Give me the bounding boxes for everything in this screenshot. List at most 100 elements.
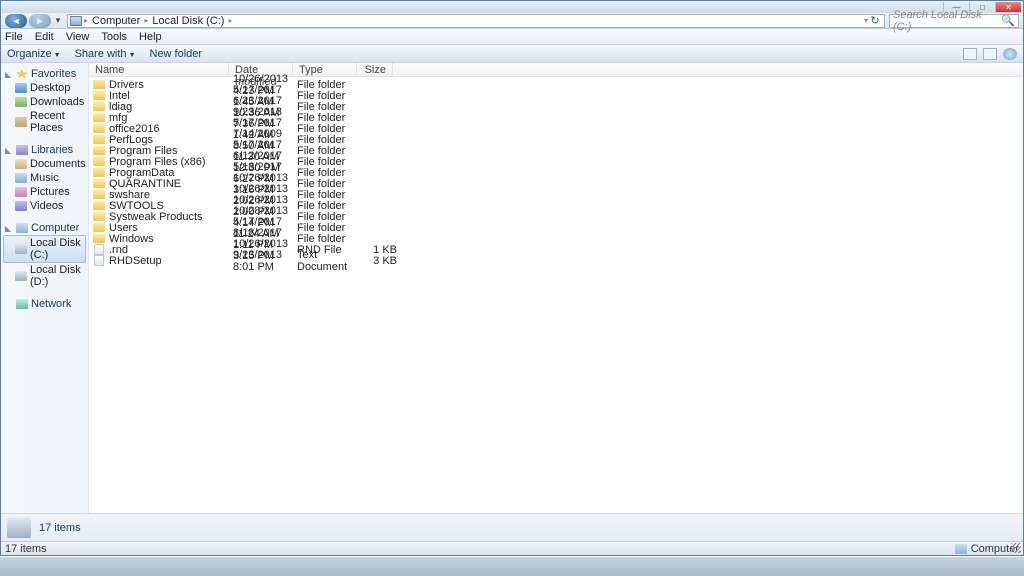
sidebar-item-local-disk-c-[interactable]: Local Disk (C:) <box>3 235 86 263</box>
file-row[interactable]: Program Files5/17/2017 11:30 AMFile fold… <box>89 145 1023 156</box>
file-row[interactable]: Drivers10/26/2013 4:23 PMFile folder <box>89 79 1023 90</box>
folder-icon <box>93 135 105 144</box>
nav-history-dropdown[interactable]: ▾ <box>53 14 63 28</box>
nav-libraries[interactable]: ◣Libraries <box>3 143 86 157</box>
search-icon[interactable]: 🔍 <box>1001 14 1015 27</box>
computer-icon <box>16 223 28 233</box>
file-type: Text Document <box>297 249 361 273</box>
file-row[interactable]: swshare10/26/2013 2:02 PMFile folder <box>89 189 1023 200</box>
computer-icon <box>70 16 82 26</box>
file-list[interactable]: Name Date modified Type Size Drivers10/2… <box>89 63 1023 513</box>
file-row[interactable]: Systweak Products10/28/2013 4:14 PMFile … <box>89 211 1023 222</box>
preview-pane-button[interactable] <box>983 48 997 60</box>
sidebar-item-desktop[interactable]: Desktop <box>3 81 86 95</box>
file-row[interactable]: Windows8/18/2017 1:11 PMFile folder <box>89 233 1023 244</box>
sidebar-item-downloads[interactable]: Downloads <box>3 95 86 109</box>
command-bar: Organize▼ Share with▼ New folder <box>1 45 1023 63</box>
nav-network[interactable]: Network <box>3 297 86 311</box>
file-row[interactable]: SWTOOLS10/26/2013 2:00 PMFile folder <box>89 200 1023 211</box>
folder-icon <box>93 102 105 111</box>
drive-icon <box>7 518 31 538</box>
file-row[interactable]: .rnd10/26/2013 3:15 PMRND File1 KB <box>89 244 1023 255</box>
search-input[interactable]: Search Local Disk (C:) 🔍 <box>889 14 1019 28</box>
column-type[interactable]: Type <box>293 63 357 76</box>
sidebar-item-local-disk-d-[interactable]: Local Disk (D:) <box>3 263 86 289</box>
file-row[interactable]: ProgramData5/18/2017 6:27 PMFile folder <box>89 167 1023 178</box>
menu-file[interactable]: File <box>5 31 23 43</box>
address-bar[interactable]: ▸ Computer ▸ Local Disk (C:) ▸ ▾ ↻ <box>67 14 885 28</box>
organize-button[interactable]: Organize▼ <box>7 48 61 60</box>
folder-icon <box>93 124 105 133</box>
mus-icon <box>15 173 27 183</box>
sidebar-item-documents[interactable]: Documents <box>3 157 86 171</box>
explorer-window: — □ ✕ ◄ ► ▾ ▸ Computer ▸ Local Disk (C:)… <box>0 0 1024 556</box>
menu-help[interactable]: Help <box>139 31 162 43</box>
file-row[interactable]: mfg9/23/2013 7:36 PMFile folder <box>89 112 1023 123</box>
file-name: RHDSetup <box>109 255 233 267</box>
desk-icon <box>15 83 27 93</box>
new-folder-button[interactable]: New folder <box>150 48 203 60</box>
status-bar: 17 items Computer <box>1 541 1023 555</box>
menu-view[interactable]: View <box>66 31 90 43</box>
taskbar[interactable] <box>0 556 1024 576</box>
file-icon <box>94 255 104 266</box>
navigation-pane: ◣Favorites DesktopDownloadsRecent Places… <box>1 63 89 513</box>
doc-icon <box>15 159 27 169</box>
file-row[interactable]: Program Files (x86)6/12/2017 12:30 PMFil… <box>89 156 1023 167</box>
folder-icon <box>93 212 105 221</box>
folder-icon <box>93 223 105 232</box>
file-row[interactable]: RHDSetup9/23/2013 8:01 PMText Document3 … <box>89 255 1023 266</box>
status-item-count: 17 items <box>5 543 47 555</box>
column-headers: Name Date modified Type Size <box>89 63 1023 77</box>
share-with-button[interactable]: Share with▼ <box>75 48 136 60</box>
titlebar[interactable]: — □ ✕ <box>1 1 1023 13</box>
help-button[interactable] <box>1003 48 1017 60</box>
computer-icon <box>955 544 967 554</box>
disk-icon <box>15 244 27 254</box>
libraries-icon <box>16 145 28 155</box>
folder-icon <box>93 168 105 177</box>
file-row[interactable]: Intel5/17/2017 1:45 AMFile folder <box>89 90 1023 101</box>
refresh-button[interactable]: ↻ <box>868 14 882 27</box>
sidebar-item-pictures[interactable]: Pictures <box>3 185 86 199</box>
file-row[interactable]: PerfLogs7/14/2009 8:50 AMFile folder <box>89 134 1023 145</box>
file-row[interactable]: Users5/17/2017 11:24 AMFile folder <box>89 222 1023 233</box>
column-name[interactable]: Name <box>89 63 229 76</box>
disk-icon <box>15 271 27 281</box>
resize-grip[interactable] <box>1011 543 1021 553</box>
back-button[interactable]: ◄ <box>5 14 27 28</box>
folder-icon <box>93 234 105 243</box>
nav-favorites[interactable]: ◣Favorites <box>3 67 86 81</box>
file-icon <box>94 244 104 255</box>
folder-icon <box>93 113 105 122</box>
recent-icon <box>15 117 27 127</box>
network-icon <box>16 299 28 309</box>
folder-icon <box>93 179 105 188</box>
folder-icon <box>93 201 105 210</box>
file-row[interactable]: office20165/17/2017 1:42 AMFile folder <box>89 123 1023 134</box>
menu-edit[interactable]: Edit <box>35 31 54 43</box>
folder-icon <box>93 80 105 89</box>
sidebar-item-recent-places[interactable]: Recent Places <box>3 109 86 135</box>
folder-icon <box>93 157 105 166</box>
sidebar-item-music[interactable]: Music <box>3 171 86 185</box>
sidebar-item-videos[interactable]: Videos <box>3 199 86 213</box>
file-date: 9/23/2013 8:01 PM <box>233 249 297 273</box>
breadcrumb-disk[interactable]: Local Disk (C:) <box>148 15 228 27</box>
search-placeholder: Search Local Disk (C:) <box>893 9 1001 33</box>
file-row[interactable]: ldiag6/23/2017 10:36 AMFile folder <box>89 101 1023 112</box>
file-row[interactable]: QUARANTINE10/26/2013 3:16 PMFile folder <box>89 178 1023 189</box>
folder-icon <box>93 91 105 100</box>
nav-computer[interactable]: ◣Computer <box>3 221 86 235</box>
file-size: 3 KB <box>361 255 397 267</box>
forward-button[interactable]: ► <box>29 14 51 28</box>
column-size[interactable]: Size <box>357 63 393 76</box>
breadcrumb-computer[interactable]: Computer <box>88 15 144 27</box>
folder-icon <box>93 190 105 199</box>
details-text: 17 items <box>39 522 81 534</box>
view-options-button[interactable] <box>963 48 977 60</box>
menu-bar: File Edit View Tools Help <box>1 29 1023 45</box>
chevron-right-icon[interactable]: ▸ <box>228 16 232 25</box>
star-icon <box>16 69 28 79</box>
menu-tools[interactable]: Tools <box>101 31 127 43</box>
